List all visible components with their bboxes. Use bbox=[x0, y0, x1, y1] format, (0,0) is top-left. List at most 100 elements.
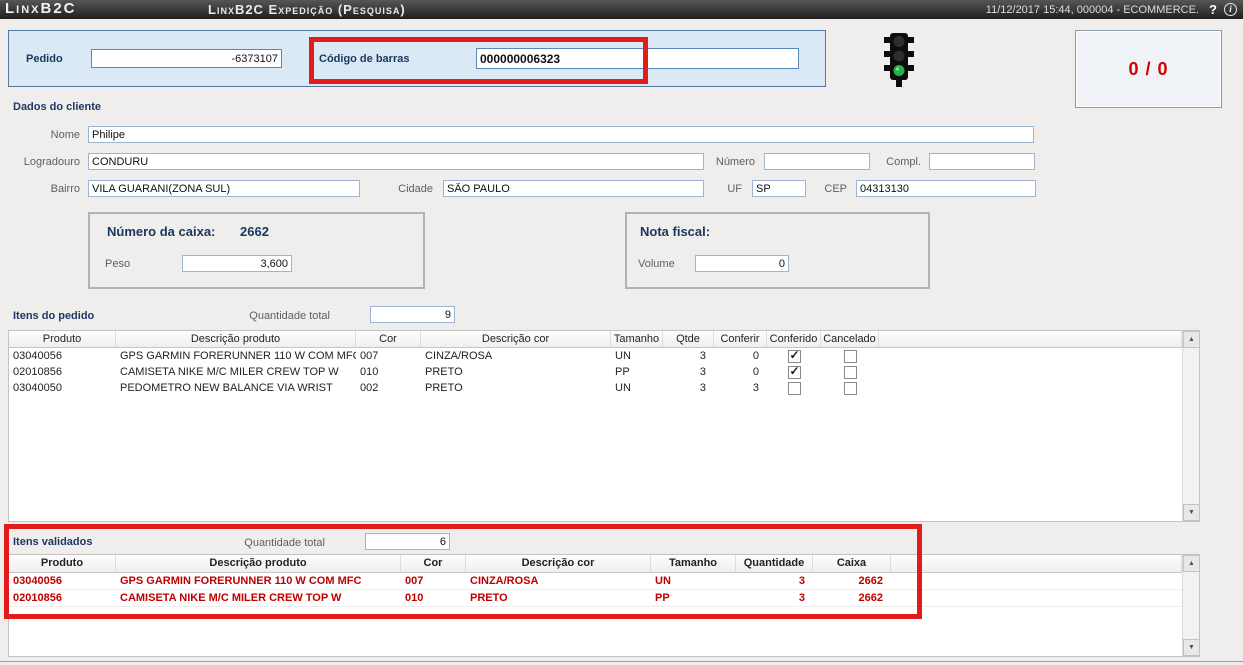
cell-descricao: GPS GARMIN FORERUNNER 110 W COM MFC bbox=[120, 350, 356, 362]
cancelado-checkbox[interactable] bbox=[843, 350, 857, 364]
app-logo: LinxB2C bbox=[5, 0, 77, 17]
scroll-up-button[interactable] bbox=[1183, 555, 1200, 572]
qty-total-pedido-label: Quantidade total bbox=[249, 310, 330, 322]
table-row[interactable]: 03040056 GPS GARMIN FORERUNNER 110 W COM… bbox=[9, 573, 1182, 590]
cell-tamanho: PP bbox=[615, 366, 630, 378]
caixa-title: Número da caixa: bbox=[107, 224, 216, 239]
cell-produto: 03040050 bbox=[13, 382, 62, 394]
cell-descricao: CAMISETA NIKE M/C MILER CREW TOP W bbox=[120, 366, 339, 378]
peso-input[interactable] bbox=[182, 255, 292, 272]
caixa-number: 2662 bbox=[240, 224, 269, 239]
compl-input[interactable] bbox=[929, 153, 1035, 170]
qty-total-validados-label: Quantidade total bbox=[244, 537, 325, 549]
cep-input[interactable] bbox=[856, 180, 1036, 197]
window-title: LinxB2C Expedição (Pesquisa) bbox=[208, 2, 406, 17]
numero-input[interactable] bbox=[764, 153, 870, 170]
volume-input[interactable] bbox=[695, 255, 789, 272]
cell-cor: 010 bbox=[405, 592, 424, 604]
col-caixa: Caixa bbox=[813, 555, 891, 572]
bottom-divider bbox=[0, 661, 1243, 662]
cell-caixa: 2662 bbox=[858, 575, 883, 587]
expedition-panel: Pedido Código de barras bbox=[8, 30, 826, 87]
table-row[interactable]: 03040050 PEDOMETRO NEW BALANCE VIA WRIST… bbox=[9, 380, 1182, 396]
cell-tamanho: PP bbox=[655, 592, 670, 604]
cell-produto: 02010856 bbox=[13, 366, 62, 378]
col-descricao-cor: Descrição cor bbox=[421, 331, 611, 347]
scroll-up-button[interactable] bbox=[1183, 331, 1200, 348]
cidade-input[interactable] bbox=[443, 180, 704, 197]
cell-descricao-cor: PRETO bbox=[425, 366, 463, 378]
uf-input[interactable] bbox=[752, 180, 806, 197]
itens-validados-header: Produto Descrição produto Cor Descrição … bbox=[9, 555, 1182, 573]
cell-produto: 03040056 bbox=[13, 575, 62, 587]
cell-tamanho: UN bbox=[615, 350, 631, 362]
cidade-label: Cidade bbox=[398, 183, 433, 195]
itens-pedido-table: Produto Descrição produto Cor Descrição … bbox=[8, 330, 1200, 522]
cell-conferir: 3 bbox=[752, 382, 759, 394]
cell-produto: 02010856 bbox=[13, 592, 62, 604]
app-window: LinxB2C LinxB2C Expedição (Pesquisa) 11/… bbox=[0, 0, 1243, 665]
col-descricao-produto: Descrição produto bbox=[116, 555, 401, 572]
cell-descricao-cor: PRETO bbox=[425, 382, 463, 394]
section-itens-validados: Itens validados bbox=[13, 536, 93, 548]
cancelado-checkbox[interactable] bbox=[843, 382, 857, 396]
scrollbar[interactable] bbox=[1182, 331, 1200, 521]
logradouro-input[interactable] bbox=[88, 153, 704, 170]
table-row[interactable]: 02010856 CAMISETA NIKE M/C MILER CREW TO… bbox=[9, 590, 1182, 607]
cell-tamanho: UN bbox=[615, 382, 631, 394]
cell-qtde: 3 bbox=[699, 350, 706, 362]
section-dados-cliente: Dados do cliente bbox=[13, 101, 102, 113]
section-itens-pedido: Itens do pedido bbox=[13, 310, 95, 322]
peso-label: Peso bbox=[105, 258, 131, 270]
title-bar: LinxB2C LinxB2C Expedição (Pesquisa) 11/… bbox=[0, 0, 1243, 19]
itens-pedido-header: Produto Descrição produto Cor Descrição … bbox=[9, 331, 1182, 348]
qty-total-pedido-input[interactable] bbox=[370, 306, 455, 323]
cell-caixa: 2662 bbox=[858, 592, 883, 604]
numero-label: Número bbox=[715, 156, 755, 168]
itens-validados-table: Produto Descrição produto Cor Descrição … bbox=[8, 554, 1200, 657]
conferido-checkbox[interactable] bbox=[787, 365, 801, 380]
cell-cor: 007 bbox=[360, 350, 379, 362]
bairro-label: Bairro bbox=[50, 183, 80, 195]
col-cor: Cor bbox=[356, 331, 421, 347]
conferido-checkbox[interactable] bbox=[787, 382, 801, 396]
nome-input[interactable] bbox=[88, 126, 1034, 143]
col-conferir: Conferir bbox=[714, 331, 767, 347]
cell-qtde: 3 bbox=[699, 382, 706, 394]
cell-descricao: CAMISETA NIKE M/C MILER CREW TOP W bbox=[120, 592, 342, 604]
info-icon[interactable]: i bbox=[1224, 3, 1237, 16]
cell-cor: 010 bbox=[360, 366, 379, 378]
counter-box: 0 / 0 bbox=[1075, 30, 1222, 108]
nome-label: Nome bbox=[50, 129, 80, 141]
bairro-input[interactable] bbox=[88, 180, 360, 197]
scroll-down-button[interactable] bbox=[1183, 504, 1200, 521]
uf-label: UF bbox=[727, 183, 742, 195]
scroll-down-button[interactable] bbox=[1183, 639, 1200, 656]
scrollbar[interactable] bbox=[1182, 555, 1200, 656]
table-row[interactable]: 03040056 GPS GARMIN FORERUNNER 110 W COM… bbox=[9, 348, 1182, 364]
qty-total-validados-input[interactable] bbox=[365, 533, 450, 550]
cell-tamanho: UN bbox=[655, 575, 671, 587]
cell-descricao: GPS GARMIN FORERUNNER 110 W COM MFC bbox=[120, 575, 362, 587]
logradouro-label: Logradouro bbox=[23, 156, 80, 168]
cell-descricao-cor: CINZA/ROSA bbox=[425, 350, 493, 362]
help-icon[interactable]: ? bbox=[1209, 2, 1217, 17]
cell-cor: 002 bbox=[360, 382, 379, 394]
col-qtde: Qtde bbox=[663, 331, 714, 347]
col-produto: Produto bbox=[9, 331, 116, 347]
cancelado-checkbox[interactable] bbox=[843, 366, 857, 380]
conferido-checkbox[interactable] bbox=[787, 349, 801, 364]
counter-value: 0 / 0 bbox=[1128, 59, 1169, 79]
col-cor: Cor bbox=[401, 555, 466, 572]
col-descricao-cor: Descrição cor bbox=[466, 555, 651, 572]
table-row[interactable]: 02010856 CAMISETA NIKE M/C MILER CREW TO… bbox=[9, 364, 1182, 380]
cell-conferir: 0 bbox=[752, 350, 759, 362]
cell-produto: 03040056 bbox=[13, 350, 62, 362]
cell-descricao: PEDOMETRO NEW BALANCE VIA WRIST bbox=[120, 382, 333, 394]
cell-quantidade: 3 bbox=[798, 575, 805, 587]
barcode-input[interactable] bbox=[476, 48, 799, 69]
cell-quantidade: 3 bbox=[798, 592, 805, 604]
cell-descricao-cor: PRETO bbox=[470, 592, 508, 604]
titlebar-status: 11/12/2017 15:44, 000004 - ECOMMERCE. bbox=[985, 4, 1199, 16]
pedido-input[interactable] bbox=[91, 49, 282, 68]
